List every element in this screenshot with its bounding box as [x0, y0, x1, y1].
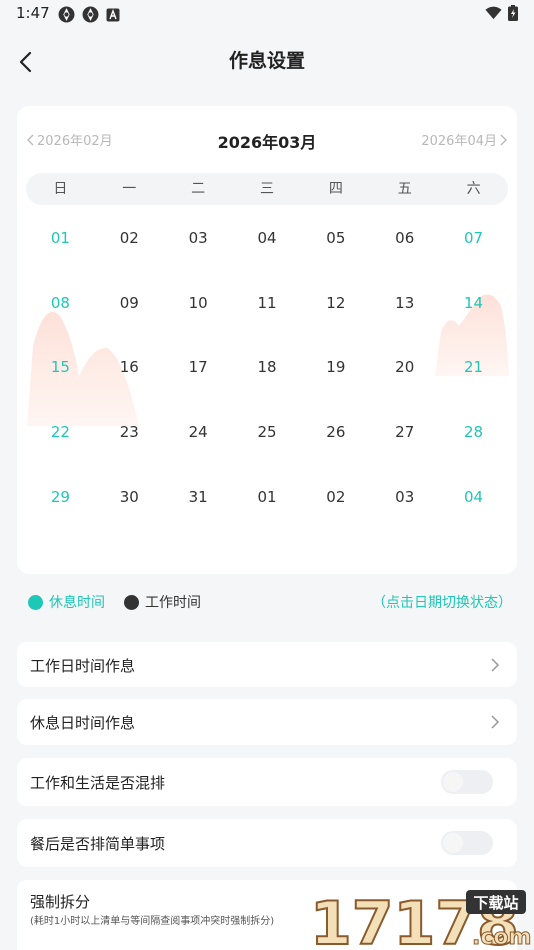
wifi-icon: [485, 6, 502, 20]
system-icons: [485, 5, 518, 21]
legend-work: 工作时间: [124, 592, 201, 612]
weekday-label: 六: [466, 181, 481, 197]
calendar-day[interactable]: 18: [233, 335, 302, 400]
restday-schedule-label: 休息日时间作息: [30, 714, 136, 732]
weekday-label: 四: [328, 181, 343, 197]
calendar-day[interactable]: 03: [370, 464, 439, 529]
aperture-icon: [58, 6, 75, 23]
calendar-day[interactable]: 02: [301, 464, 370, 529]
calendar-day[interactable]: 01: [233, 464, 302, 529]
calendar-day[interactable]: 10: [164, 271, 233, 336]
after-meal-tasks-toggle[interactable]: [441, 831, 493, 855]
status-bar: 1:47: [0, 0, 534, 28]
calendar-day[interactable]: 28: [439, 400, 508, 465]
calendar-day[interactable]: 01: [26, 206, 95, 271]
workday-schedule-row[interactable]: 工作日时间作息: [17, 642, 517, 687]
chevron-right-icon: [491, 715, 500, 729]
weekday-label: 日: [53, 181, 68, 197]
calendar-day[interactable]: 07: [439, 206, 508, 271]
calendar-day[interactable]: 31: [164, 464, 233, 529]
force-split-row[interactable]: 强制拆分 (耗时1小时以上清单与等间隔查阅事项冲突时强制拆分): [17, 880, 517, 950]
calendar-day[interactable]: 05: [301, 206, 370, 271]
rest-dot: [28, 594, 43, 610]
weekday-label: 二: [191, 181, 206, 197]
chevron-right-icon: [491, 657, 500, 672]
calendar-day[interactable]: 25: [233, 400, 302, 465]
legend: 休息时间 工作时间 （点击日期切换状态）: [28, 592, 512, 614]
aperture-icon: [82, 6, 99, 23]
legend-tip: （点击日期切换状态）: [372, 595, 512, 611]
rest-label: 休息时间: [49, 595, 105, 611]
status-time: 1:47: [16, 4, 50, 22]
calendar-day[interactable]: 27: [370, 400, 439, 465]
calendar-day[interactable]: 14: [439, 271, 508, 336]
calendar-card: 2026年02月 2026年03月 2026年04月 日 一 二 三 四 五 六…: [17, 106, 517, 574]
calendar-day[interactable]: 20: [370, 335, 439, 400]
page-title: 作息设置: [228, 50, 305, 72]
calendar-day[interactable]: 03: [164, 206, 233, 271]
mix-work-life-label: 工作和生活是否混排: [30, 774, 166, 792]
weekday-label: 五: [397, 181, 412, 197]
calendar-day[interactable]: 15: [26, 335, 95, 400]
mix-work-life-row: 工作和生活是否混排: [17, 758, 517, 806]
calendar-day[interactable]: 06: [370, 206, 439, 271]
calendar-day[interactable]: 04: [439, 464, 508, 529]
toggle-knob: [443, 772, 463, 792]
calendar-day[interactable]: 12: [301, 271, 370, 336]
battery-icon: [508, 5, 518, 21]
calendar-day[interactable]: 29: [26, 464, 95, 529]
force-split-description: (耗时1小时以上清单与等间隔查阅事项冲突时强制拆分): [30, 916, 275, 927]
month-navigation: 2026年02月 2026年03月 2026年04月: [17, 130, 517, 154]
work-dot: [124, 594, 139, 610]
weekday-header: 日 一 二 三 四 五 六: [26, 173, 508, 205]
mix-work-life-toggle[interactable]: [441, 770, 493, 794]
calendar-day[interactable]: 02: [95, 206, 164, 271]
calendar-day[interactable]: 04: [233, 206, 302, 271]
calendar-day[interactable]: 08: [26, 271, 95, 336]
next-month-button[interactable]: 2026年04月: [421, 130, 507, 149]
notification-icons: [58, 6, 120, 23]
after-meal-tasks-row: 餐后是否排简单事项: [17, 819, 517, 867]
next-month-label: 2026年04月: [421, 134, 497, 149]
calendar-day[interactable]: 30: [95, 464, 164, 529]
work-label: 工作时间: [145, 595, 201, 611]
calendar-day[interactable]: 17: [164, 335, 233, 400]
force-split-label: 强制拆分: [30, 893, 91, 911]
weekday-label: 三: [260, 181, 274, 197]
restday-schedule-row[interactable]: 休息日时间作息: [17, 699, 517, 745]
toggle-knob: [443, 833, 463, 853]
calendar-day[interactable]: 19: [301, 335, 370, 400]
calendar-day[interactable]: 23: [95, 400, 164, 465]
calendar-day[interactable]: 22: [26, 400, 95, 465]
chevron-right-icon: [500, 134, 507, 145]
a-box-icon: [106, 8, 120, 21]
calendar-day[interactable]: 11: [233, 271, 302, 336]
calendar-days-grid: 01 02 03 04 05 06 07 08 09 10 11 12 13 14 15 16 17 18 19 20…: [26, 206, 508, 529]
calendar-day[interactable]: 26: [301, 400, 370, 465]
weekday-label: 一: [122, 181, 137, 197]
legend-rest: 休息时间: [28, 592, 105, 612]
calendar-day[interactable]: 09: [95, 271, 164, 336]
calendar-day[interactable]: 21: [439, 335, 508, 400]
calendar-day[interactable]: 16: [95, 335, 164, 400]
after-meal-tasks-label: 餐后是否排简单事项: [30, 835, 166, 853]
header: 作息设置: [0, 36, 534, 84]
calendar-day[interactable]: 24: [164, 400, 233, 465]
workday-schedule-label: 工作日时间作息: [30, 657, 136, 675]
calendar-day[interactable]: 13: [370, 271, 439, 336]
